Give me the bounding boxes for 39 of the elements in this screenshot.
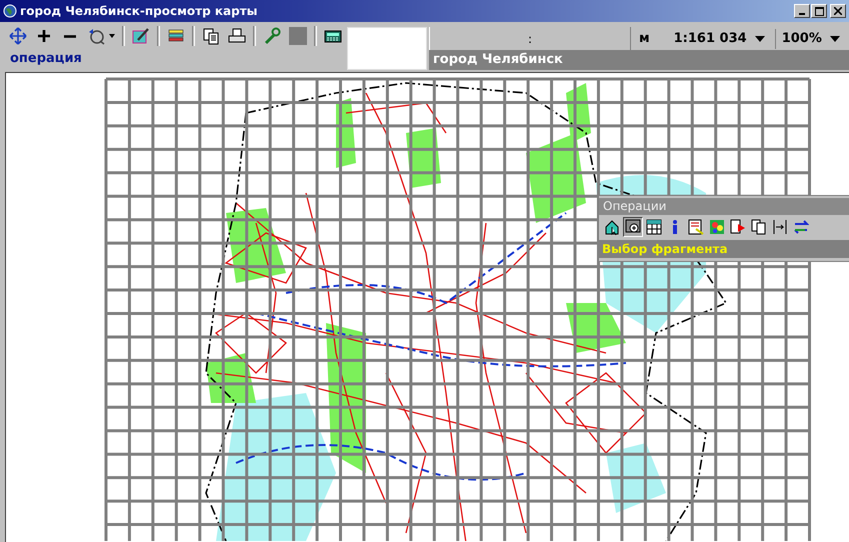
zoom-dropdown[interactable]: 100% <box>776 28 846 48</box>
plus-icon <box>36 28 52 44</box>
square-icon <box>289 27 307 45</box>
close-button[interactable] <box>830 4 846 18</box>
pencil-icon <box>132 27 150 45</box>
maximize-icon <box>814 6 824 16</box>
rotate-magnifier-icon <box>87 27 107 45</box>
minimize-button[interactable] <box>794 4 810 18</box>
export-icon <box>730 219 746 235</box>
scale-dropdown[interactable]: 1:161 034 <box>664 28 776 48</box>
coordinates-text: : <box>526 32 534 46</box>
close-icon <box>834 7 842 15</box>
palette-button[interactable] <box>707 217 727 237</box>
caret-icon <box>830 36 840 42</box>
edit-document-icon <box>688 219 704 235</box>
panel-title-bar: Операции <box>599 198 849 215</box>
caret-icon <box>109 34 115 38</box>
wrench-icon <box>263 27 281 45</box>
table-button[interactable] <box>644 217 664 237</box>
operation-status-bar: Выбор фрагмента <box>599 240 849 258</box>
home-cursor-icon <box>604 219 620 235</box>
copy-icon <box>202 27 220 45</box>
zoom-frame-icon <box>625 219 641 235</box>
edit-document-button[interactable] <box>686 217 706 237</box>
fit-width-icon <box>772 219 788 235</box>
maximize-button[interactable] <box>811 4 827 18</box>
caret-icon <box>754 36 765 42</box>
palette-icon <box>709 219 725 235</box>
minus-icon <box>64 34 76 38</box>
operation-label: операция <box>9 50 83 68</box>
copy-icon <box>751 219 767 235</box>
four-arrows-icon <box>9 27 27 45</box>
swap-arrows-icon <box>793 219 809 235</box>
zoom-frame-button[interactable] <box>623 217 643 237</box>
window-title: город Челябинск-просмотр карты <box>20 4 258 18</box>
table-icon <box>646 219 662 235</box>
layer-name-bar: город Челябинск <box>429 50 849 70</box>
globe-icon <box>3 4 17 18</box>
printer-icon <box>228 27 246 45</box>
